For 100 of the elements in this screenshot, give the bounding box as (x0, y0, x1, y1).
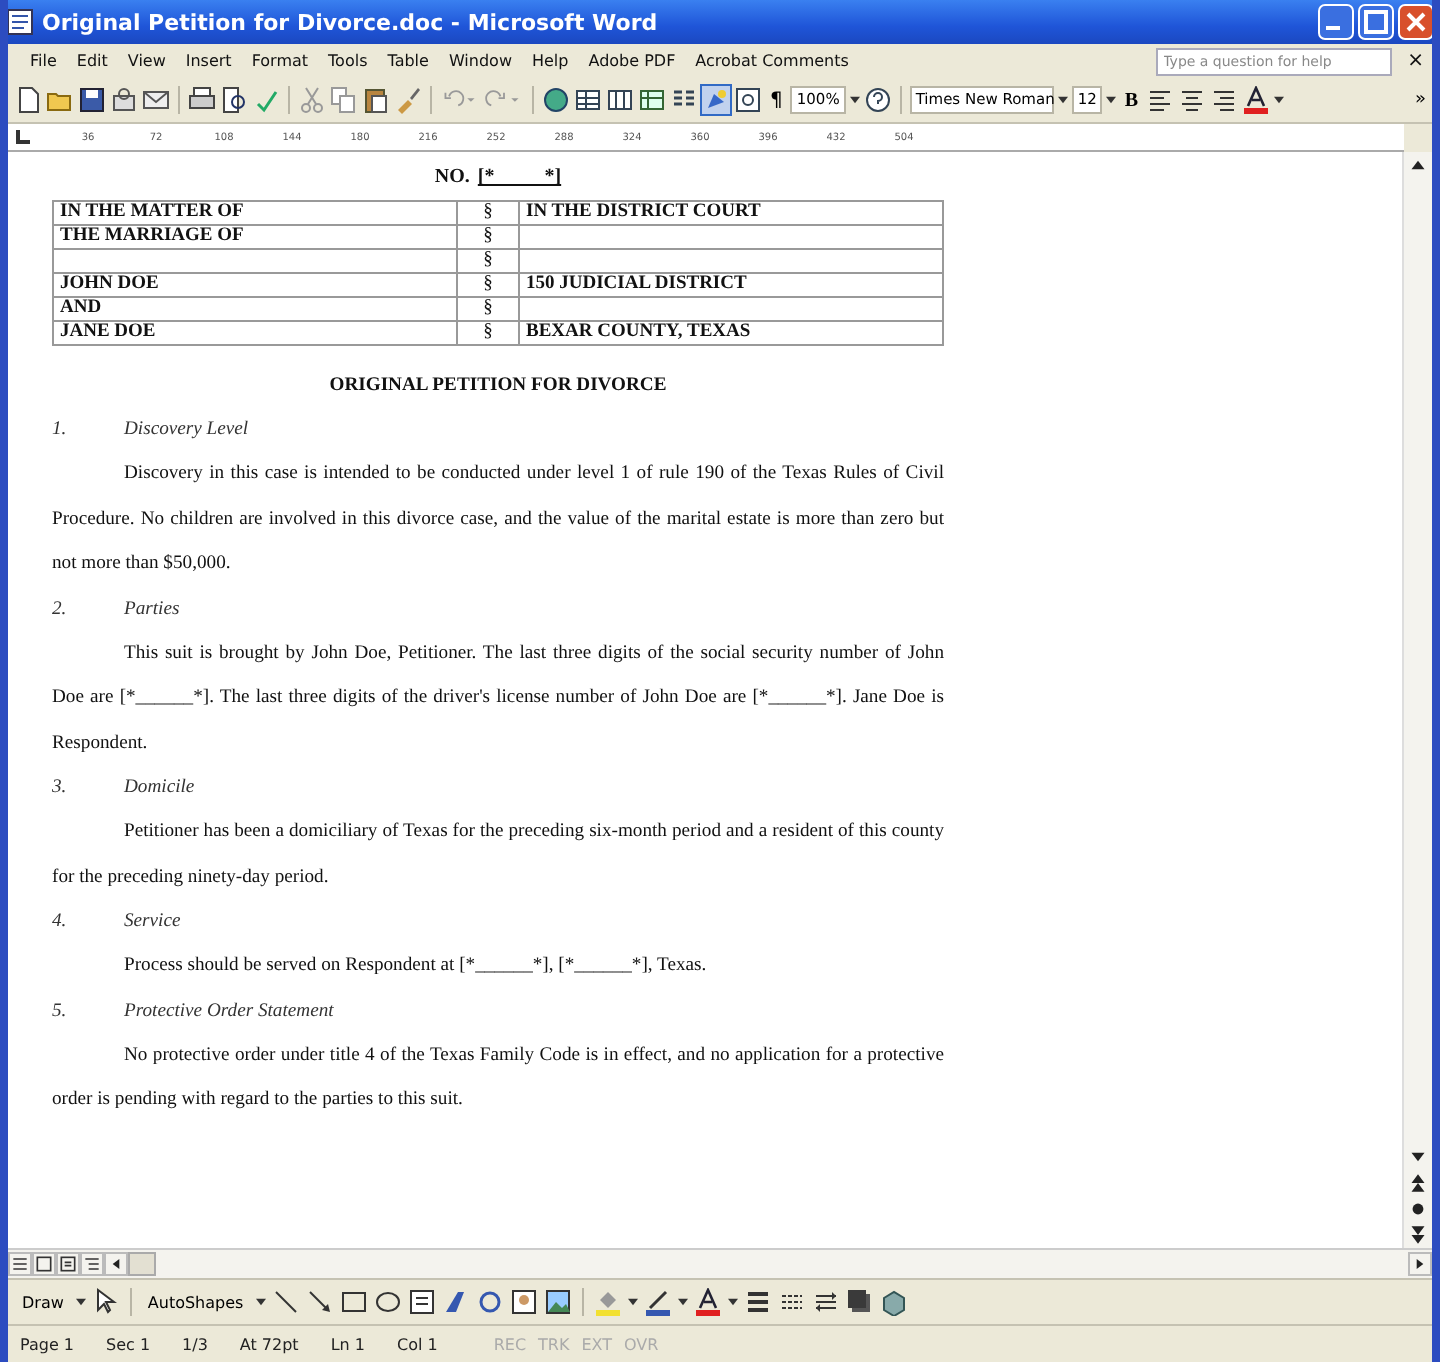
line-color-icon[interactable] (643, 1288, 672, 1316)
status-item: Sec 1 (106, 1335, 151, 1353)
document-title: ORIGINAL PETITION FOR DIVORCE (327, 374, 669, 396)
scroll-right-icon[interactable] (1408, 1252, 1432, 1276)
outline-view-icon[interactable] (80, 1252, 104, 1276)
autoshapes-menu-button[interactable]: AutoShapes (141, 1293, 250, 1311)
bold-button[interactable]: B (1120, 89, 1143, 111)
globe-icon[interactable] (542, 86, 570, 114)
menu-item[interactable]: Tools (318, 52, 378, 70)
table-cell: IN THE MATTER OF (53, 201, 457, 225)
caret-icon[interactable] (677, 1298, 688, 1306)
table-cell: § (457, 201, 519, 225)
caret-icon[interactable] (255, 1298, 266, 1306)
menu-item[interactable]: Acrobat Comments (685, 52, 859, 70)
status-item: 1/3 (182, 1335, 208, 1353)
picture-icon[interactable] (543, 1288, 572, 1316)
case-number-label: NO. (434, 166, 470, 188)
caret-icon[interactable] (1106, 96, 1117, 104)
close-icon[interactable] (1398, 4, 1432, 40)
section-heading: Protective Order Statement (124, 997, 334, 1025)
clipboard-icon[interactable] (362, 86, 390, 114)
table-cell: BEXAR COUNTY, TEXAS (519, 321, 943, 345)
table-cell: JANE DOE (53, 321, 457, 345)
arrow-style-icon[interactable] (811, 1288, 840, 1316)
scroll-thumb[interactable] (128, 1252, 156, 1276)
oval-icon[interactable] (373, 1288, 402, 1316)
table-cell: AND (53, 297, 457, 321)
document-icon (8, 8, 34, 36)
help-icon[interactable] (863, 86, 892, 114)
printer-icon[interactable] (188, 86, 216, 114)
close-document-button[interactable]: × (1391, 50, 1432, 72)
arrow-icon[interactable] (305, 1288, 334, 1316)
section-number: 4. (52, 908, 69, 936)
maximize-icon[interactable] (1358, 4, 1394, 40)
status-item: OVR (624, 1335, 659, 1353)
line-style-icon[interactable] (743, 1288, 772, 1316)
print-layout-icon[interactable] (56, 1252, 80, 1276)
menu-item[interactable]: Edit (66, 52, 118, 70)
paragraph: No protective order under title 4 of the Texas Family Code is in effect, and no application for a protective order is pending with regard to the parties to this suit. (52, 1041, 944, 1114)
section-number: 2. (52, 595, 69, 623)
minimize-icon[interactable] (1318, 4, 1354, 40)
show-formatting-button[interactable]: ¶ (766, 89, 787, 111)
toolbar-overflow-button[interactable]: » (1414, 90, 1432, 110)
text-box-icon[interactable] (407, 1288, 436, 1316)
rectangle-icon[interactable] (339, 1288, 368, 1316)
menu-item[interactable]: Insert (175, 52, 242, 70)
menu-item[interactable]: Format (241, 52, 319, 70)
align-left-icon[interactable] (1146, 86, 1175, 114)
tab-stop-icon[interactable] (16, 130, 30, 144)
table-icon[interactable] (574, 86, 602, 114)
line-icon[interactable] (271, 1288, 300, 1316)
grid-icon[interactable] (606, 86, 634, 114)
caret-icon[interactable] (1057, 96, 1068, 104)
table-cell: THE MARRIAGE OF (53, 225, 457, 249)
caret-icon[interactable] (849, 96, 860, 104)
spelling-check-icon[interactable] (252, 86, 280, 114)
section-heading: Domicile (124, 774, 195, 802)
paragraph: Process should be served on Respondent at [*______*], [*______*], Texas. (122, 952, 709, 980)
clip-art-icon[interactable] (509, 1288, 538, 1316)
table-cell: § (457, 273, 519, 297)
normal-view-icon[interactable] (8, 1252, 32, 1276)
window-title: Original Petition for Divorce.doc - Microsoft Word (42, 9, 660, 35)
new-document-icon[interactable] (14, 86, 42, 114)
caret-icon[interactable] (727, 1298, 738, 1306)
scroll-left-icon[interactable] (104, 1252, 128, 1276)
paragraph: Discovery in this case is intended to be conducted under level 1 of rule 190 of the Texas Rules of Civil Procedure. No children are involved in this divorce case, and the value of the marital estate is more than zero but not more than $50,000. (52, 460, 944, 578)
status-item: At 72pt (239, 1335, 299, 1353)
table-cell: § (457, 321, 519, 345)
save-icon[interactable] (78, 86, 106, 114)
table-cell: 150 JUDICIAL DISTRICT (519, 273, 943, 297)
align-center-icon[interactable] (1178, 86, 1207, 114)
table-cell: § (457, 297, 519, 321)
menu-item[interactable]: Help (521, 52, 579, 70)
shadow-icon[interactable] (845, 1288, 874, 1316)
email-icon[interactable] (142, 86, 170, 114)
menu-item[interactable]: Window (438, 52, 522, 70)
fill-color-icon[interactable] (593, 1288, 622, 1316)
menu-item[interactable]: Adobe PDF (578, 52, 686, 70)
font-color-icon[interactable] (1242, 86, 1271, 114)
table-cell: § (457, 249, 519, 273)
align-right-icon[interactable] (1210, 86, 1239, 114)
print-preview-icon[interactable] (220, 86, 248, 114)
status-item: EXT (581, 1335, 613, 1353)
menu-item[interactable]: File (20, 52, 67, 70)
case-number-field: [* *] (477, 166, 562, 188)
vertical-scrollbar[interactable] (1402, 152, 1432, 1248)
web-layout-icon[interactable] (32, 1252, 56, 1276)
menu-item[interactable]: Table (377, 52, 439, 70)
menu-item[interactable]: View (117, 52, 176, 70)
font-color-icon[interactable] (693, 1288, 722, 1316)
caret-icon[interactable] (627, 1298, 638, 1306)
caret-icon[interactable] (75, 1298, 86, 1306)
pointer-icon[interactable] (91, 1288, 120, 1316)
caret-icon[interactable] (1274, 96, 1285, 104)
section-number: 5. (52, 997, 69, 1025)
brush-icon[interactable] (394, 86, 422, 114)
draw-menu-button[interactable]: Draw (16, 1293, 70, 1311)
status-item: TRK (538, 1335, 570, 1353)
spreadsheet-icon[interactable] (638, 86, 666, 114)
paragraph: Petitioner has been a domiciliary of Texas for the preceding six-month period and a resident of this county for the preceding ninety-day period. (52, 818, 944, 891)
